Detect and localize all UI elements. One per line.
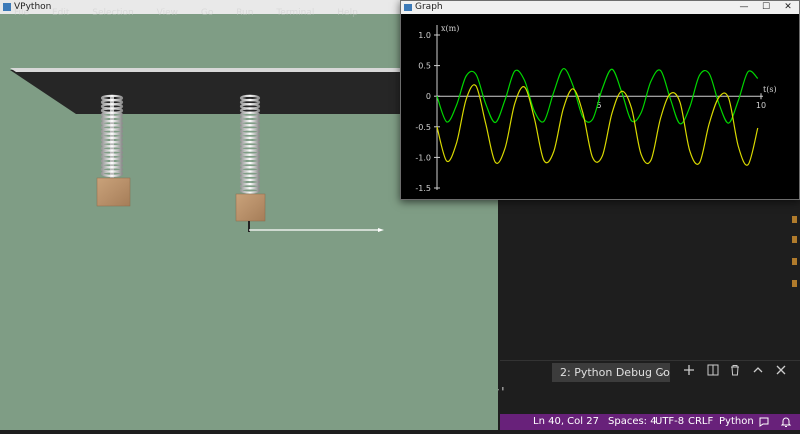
minimap-mark: [792, 258, 797, 265]
y-axis-label: x(m): [441, 24, 459, 33]
chevron-up-icon: [753, 367, 763, 373]
debug-console-select[interactable]: 2: Python Debug Consc ⌄: [552, 363, 670, 382]
kill-terminal-button[interactable]: [725, 362, 745, 382]
minimize-button[interactable]: —: [733, 1, 755, 14]
oscillation-graph: 1.00.50-0.5-1.0-1.55 10x(m)t(s): [415, 24, 777, 193]
ceiling-slab-top-edge: [10, 68, 400, 72]
ghost-menu-go: Go: [200, 8, 214, 18]
minimap-mark: [792, 280, 797, 287]
maximize-button[interactable]: ☐: [755, 1, 777, 14]
minimap-mark: [792, 236, 797, 243]
feedback-button[interactable]: [758, 416, 770, 434]
y-tick-label: -1.0: [415, 153, 431, 162]
plus-icon: [684, 365, 694, 375]
eol-status[interactable]: CRLF: [688, 414, 713, 430]
chevron-down-icon: ⌄: [657, 367, 666, 378]
trash-icon: [731, 365, 739, 376]
app-icon: [404, 4, 412, 11]
ghost-menu-run: Run: [236, 8, 254, 18]
split-terminal-button[interactable]: [703, 362, 723, 382]
graph-window: Graph — ☐ ✕ 1.0 0.5 0 -0.5 -1.0 -1.5 5 10 x(m) t(…: [400, 0, 800, 200]
ghost-menu-file: File: [14, 8, 30, 18]
y-tick-label: 0: [426, 92, 431, 101]
split-icon: [707, 364, 719, 376]
cursor-position[interactable]: Ln 40, Col 27: [533, 414, 599, 430]
encoding-status[interactable]: UTF-8: [655, 414, 684, 430]
language-status[interactable]: Python: [719, 414, 754, 430]
debug-console-select-label: 2: Python Debug Consc: [560, 366, 670, 379]
spring-left: [100, 94, 124, 180]
add-terminal-button[interactable]: [679, 362, 699, 382]
graph-window-title: Graph: [415, 2, 443, 12]
x-axis-label: t(s): [763, 85, 777, 94]
spring-coil: [239, 187, 261, 194]
block-right: [235, 193, 266, 222]
block-left: [96, 177, 131, 207]
velocity-arrowhead: [378, 228, 384, 232]
y-tick-label: -1.5: [415, 184, 431, 193]
app-icon: [3, 3, 11, 11]
close-icon: [776, 365, 786, 375]
ceiling-slab: [10, 70, 400, 114]
graph-titlebar[interactable]: Graph — ☐ ✕: [401, 1, 799, 14]
notifications-button[interactable]: [780, 416, 792, 434]
ghost-menu-help: Help: [337, 8, 358, 18]
x-tick-label: 10: [756, 101, 766, 110]
ghost-menu-terminal: Terminal: [276, 8, 315, 18]
status-bar: Ln 40, Col 27 Spaces: 4 UTF-8 CRLF Pytho…: [500, 414, 800, 430]
maximize-panel-button[interactable]: [748, 362, 768, 382]
ghost-menu-selection: Selection: [92, 8, 134, 18]
close-panel-button[interactable]: [771, 362, 791, 382]
y-tick-label: 1.0: [418, 31, 431, 40]
editor-area[interactable]: [500, 200, 800, 360]
bell-icon: [780, 417, 792, 427]
ghost-menu-view: View: [156, 8, 178, 18]
y-tick-label: -0.5: [415, 123, 431, 132]
minimap-mark: [792, 216, 797, 223]
y-tick-label: 0.5: [418, 62, 431, 71]
close-button[interactable]: ✕: [777, 1, 799, 14]
feedback-icon: [759, 417, 769, 427]
series-line-2: [436, 84, 759, 166]
indentation-status[interactable]: Spaces: 4: [608, 414, 657, 430]
ghost-menu-edit: Edit: [51, 8, 70, 18]
